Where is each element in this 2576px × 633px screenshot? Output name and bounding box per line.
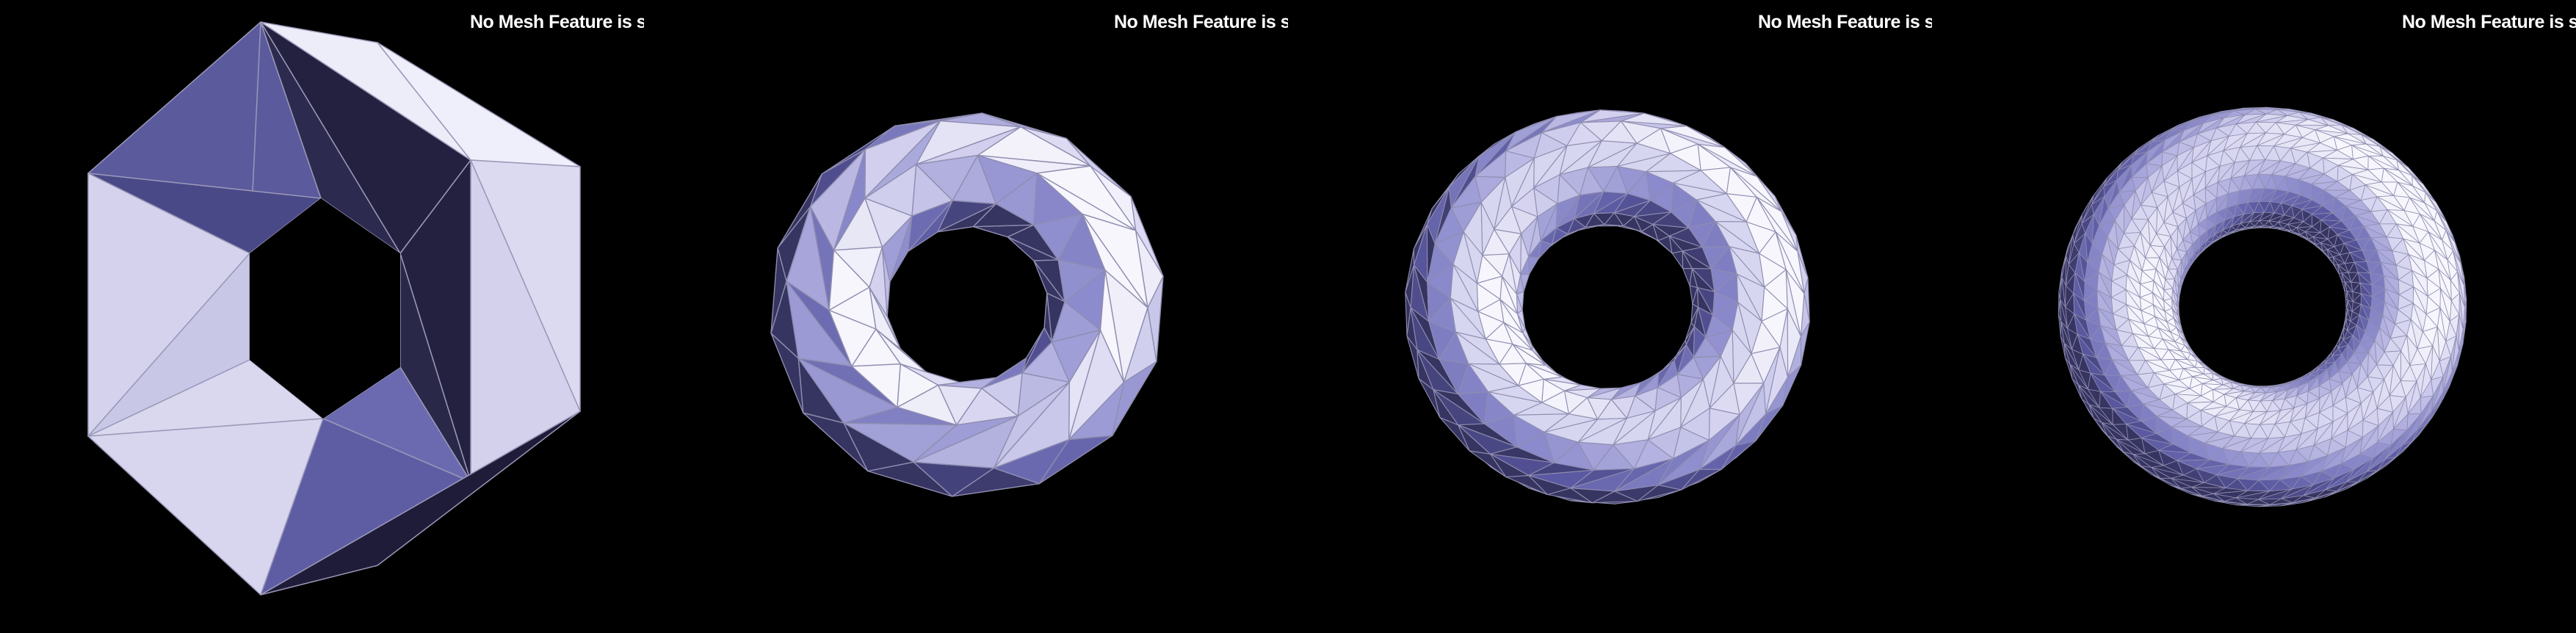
mesh-view-torus-low[interactable] [644, 0, 1288, 633]
mesh-triangle [1671, 250, 1684, 270]
viewport-4[interactable]: No Mesh Feature is selected [1932, 0, 2576, 633]
status-message: No Mesh Feature is selected [470, 12, 644, 32]
mesh-view-torus-medium[interactable] [1288, 0, 1932, 633]
mesh-triangle [2338, 272, 2342, 283]
mesh-triangle [1528, 256, 1540, 275]
viewport-1[interactable]: No Mesh Feature is selected [0, 0, 644, 633]
torus-mesh-medium [1405, 109, 1810, 504]
mesh-view-hexagonal[interactable] [0, 0, 644, 633]
torus-mesh-low [770, 112, 1164, 497]
viewport-3[interactable]: No Mesh Feature is selected [1288, 0, 1932, 633]
hexagon-mesh [87, 21, 581, 596]
status-message: No Mesh Feature is selected [1758, 12, 1932, 32]
mesh-triangle [2183, 270, 2188, 279]
status-message: No Mesh Feature is selected [1114, 12, 1288, 32]
torus-mesh-high [2058, 106, 2467, 507]
viewport-2[interactable]: No Mesh Feature is selected [644, 0, 1288, 633]
status-message: No Mesh Feature is selected [2402, 12, 2576, 32]
mesh-view-torus-high[interactable] [1932, 0, 2576, 633]
